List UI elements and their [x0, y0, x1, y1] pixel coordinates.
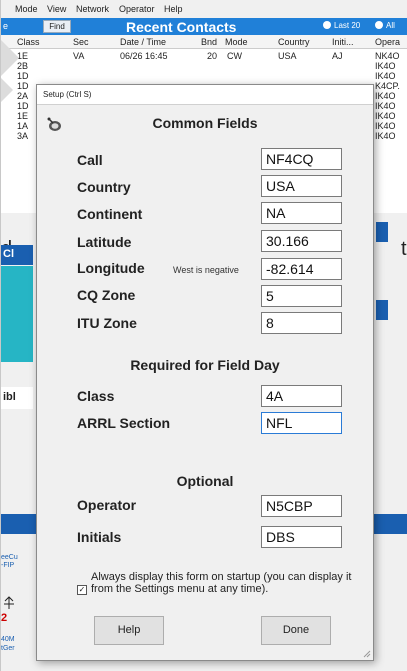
cell-operator: IK4O [375, 121, 396, 131]
itu-zone-label: ITU Zone [77, 315, 137, 331]
cell-class: 1D [17, 81, 29, 91]
antenna-icon [4, 596, 14, 609]
cq-zone-label: CQ Zone [77, 287, 136, 303]
initials-input[interactable] [261, 526, 342, 548]
cell-class: 2A [17, 91, 29, 101]
right-panel-header [376, 222, 388, 242]
dialog-title: Setup (Ctrl S) [37, 85, 373, 105]
radio-last-20[interactable]: Last 20 [323, 21, 360, 30]
side-small-text: eeCu [1, 554, 18, 561]
background-text-right: t [401, 238, 407, 260]
table-row[interactable]: 1E VA 06/26 16:45 20 CW USA AJ NK4O [1, 51, 407, 61]
always-display-label: Always display this form on startup (you… [91, 571, 352, 595]
screen: Mode View Network Operator Help e Find R… [0, 0, 407, 671]
longitude-label: Longitude [77, 260, 145, 276]
radio-all-label: All [386, 21, 395, 30]
country-input[interactable] [261, 175, 342, 197]
col-mode[interactable]: Mode [225, 37, 248, 47]
radio-selected-icon [323, 21, 331, 29]
cell-operator: IK4O [375, 71, 396, 81]
cell-initials: AJ [332, 51, 343, 61]
always-display-checkbox[interactable]: ✓ [77, 585, 87, 595]
col-country[interactable]: Country [278, 37, 310, 47]
cell-class: 1D [17, 101, 29, 111]
help-button[interactable]: Help [94, 616, 164, 645]
cell-operator: IK4O [375, 91, 396, 101]
cursor-shadow-shape [1, 78, 13, 102]
col-operator[interactable]: Opera [375, 37, 400, 47]
menu-network[interactable]: Network [76, 4, 109, 14]
country-label: Country [77, 179, 131, 195]
arrl-section-label: ARRL Section [77, 415, 171, 431]
continent-label: Continent [77, 206, 143, 222]
table-header: Class Sec Date / Time Bnd Mode Country I… [1, 35, 407, 49]
cell-operator: IK4O [375, 131, 396, 141]
common-fields-heading: Common Fields [152, 115, 258, 131]
optional-heading: Optional [176, 473, 234, 489]
cq-zone-input[interactable] [261, 285, 342, 307]
cell-sec: VA [73, 51, 85, 61]
side-panel-header: Cl [1, 245, 33, 265]
operator-label: Operator [77, 497, 137, 513]
menu-bar: Mode View Network Operator Help [1, 0, 407, 18]
longitude-note: West is negative [173, 265, 239, 275]
col-bnd[interactable]: Bnd [201, 37, 217, 47]
itu-zone-input[interactable] [261, 312, 342, 334]
initials-label: Initials [77, 529, 122, 545]
cell-operator: IK4O [375, 101, 396, 111]
col-date-time[interactable]: Date / Time [120, 37, 166, 47]
operator-input[interactable] [261, 495, 342, 517]
table-row[interactable]: 2B IK4O [1, 61, 407, 71]
right-panel-header [376, 300, 388, 320]
menu-help[interactable]: Help [164, 4, 183, 14]
side-small-text: 40M [1, 636, 15, 643]
class-input[interactable] [261, 385, 342, 407]
cell-class: 3A [17, 131, 29, 141]
cell-operator: K4CP. [375, 81, 400, 91]
call-label: Call [77, 152, 103, 168]
cell-operator: NK4O [375, 51, 400, 61]
menu-view[interactable]: View [47, 4, 66, 14]
latitude-input[interactable] [261, 230, 342, 252]
menu-mode[interactable]: Mode [15, 4, 38, 14]
side-small-text: tGer [1, 645, 15, 652]
cell-date-time: 06/26 16:45 [120, 51, 168, 61]
resize-grip-icon[interactable] [361, 648, 371, 658]
cell-class: 1E [17, 111, 29, 121]
side-small-text: 2 [1, 612, 8, 624]
class-label: Class [77, 388, 115, 404]
recent-contacts-title: Recent Contacts [126, 19, 237, 35]
cell-operator: IK4O [375, 61, 396, 71]
cell-class: 1A [17, 121, 29, 131]
call-input[interactable] [261, 148, 342, 170]
side-panel-block [1, 266, 33, 362]
latitude-label: Latitude [77, 234, 132, 250]
cursor-shadow-shape [1, 40, 19, 76]
col-class[interactable]: Class [17, 37, 40, 47]
radio-last20-label: Last 20 [334, 21, 361, 30]
arrl-section-input[interactable] [261, 412, 342, 434]
longitude-input[interactable] [261, 258, 342, 280]
menu-operator[interactable]: Operator [119, 4, 155, 14]
cell-operator: IK4O [375, 111, 396, 121]
col-sec[interactable]: Sec [73, 37, 89, 47]
setup-dialog: Setup (Ctrl S) Common Fields Call Countr… [36, 84, 374, 661]
continent-input[interactable] [261, 202, 342, 224]
find-button[interactable]: Find [43, 20, 71, 33]
side-panel-label: ibl [1, 387, 33, 409]
radio-all[interactable]: All [375, 21, 395, 30]
left-partial-text: e [3, 21, 9, 31]
col-initials[interactable]: Initi... [332, 37, 354, 47]
done-button[interactable]: Done [261, 616, 331, 645]
cell-mode: CW [227, 51, 242, 61]
table-row[interactable]: 1D IK4O [1, 71, 407, 81]
side-small-text: -FIP [1, 562, 15, 569]
radio-unselected-icon [375, 21, 383, 29]
cell-country: USA [278, 51, 297, 61]
required-field-day-heading: Required for Field Day [130, 357, 280, 373]
cell-bnd: 20 [207, 51, 218, 61]
